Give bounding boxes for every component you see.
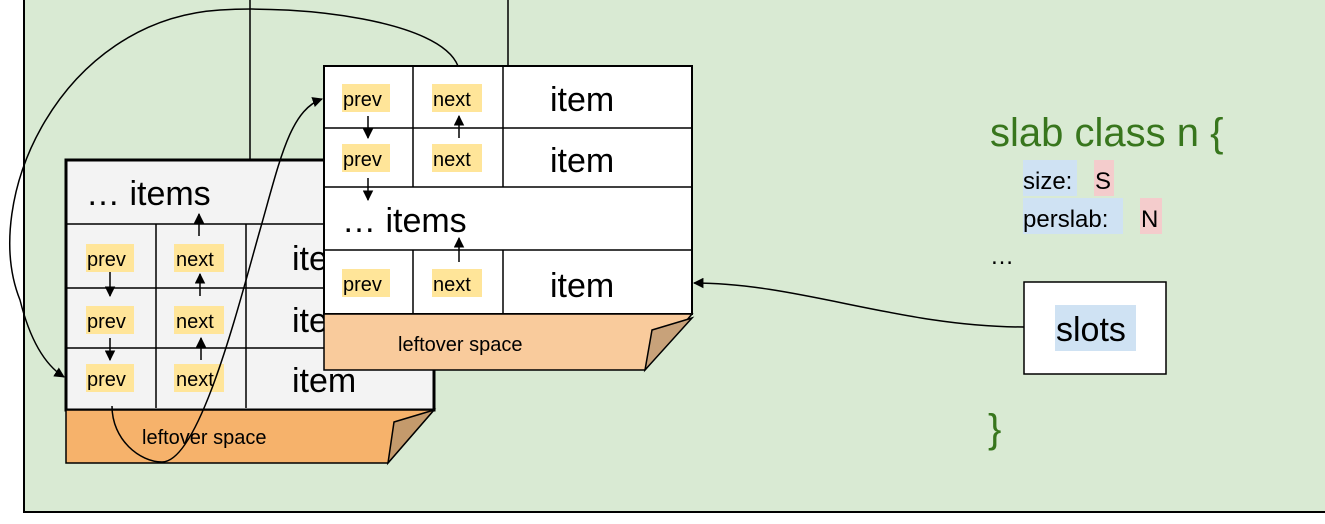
slab-diagram: … items prev next item prev next item pr… xyxy=(9,0,1325,513)
next-field: next xyxy=(433,274,471,296)
size-value: S xyxy=(1095,168,1111,195)
item-label: item xyxy=(550,81,614,119)
next-field: next xyxy=(433,149,471,171)
slab-class-header: slab class n { xyxy=(990,111,1223,155)
items-label: … items xyxy=(342,202,467,240)
next-field: next xyxy=(176,311,214,333)
ellipsis: … xyxy=(990,243,1014,270)
slots-label: slots xyxy=(1056,311,1126,349)
prev-field: prev xyxy=(87,311,126,333)
perslab-value: N xyxy=(1141,206,1158,233)
front-slab: prev next item prev next item … items pr… xyxy=(323,65,695,373)
leftover-label: leftover space xyxy=(142,427,267,449)
next-field: next xyxy=(433,89,471,111)
perslab-key: perslab: xyxy=(1023,206,1108,233)
item-label: item xyxy=(550,142,614,180)
next-field: next xyxy=(176,249,214,271)
leftover-label: leftover space xyxy=(398,334,523,356)
prev-field: prev xyxy=(343,274,382,296)
next-field: next xyxy=(176,369,214,391)
closing-brace: } xyxy=(988,407,1001,451)
items-label: … items xyxy=(86,175,211,213)
size-key: size: xyxy=(1023,168,1072,195)
prev-field: prev xyxy=(87,249,126,271)
prev-field: prev xyxy=(343,89,382,111)
item-label: item xyxy=(550,267,614,305)
prev-field: prev xyxy=(87,369,126,391)
prev-field: prev xyxy=(343,149,382,171)
